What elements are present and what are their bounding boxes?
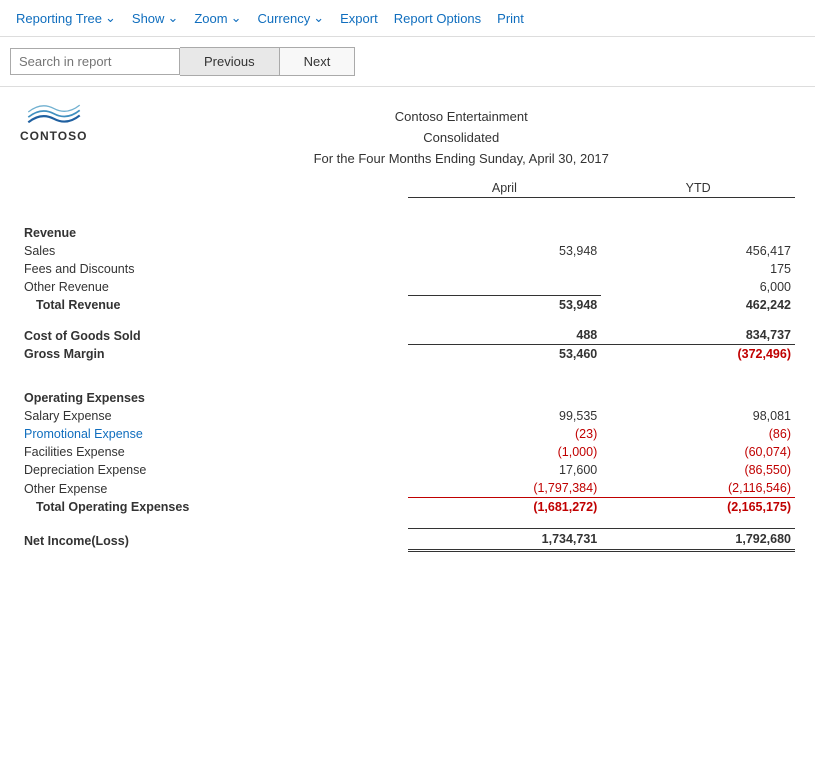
row-april: 17,600 bbox=[408, 461, 602, 479]
reporting-tree-label: Reporting Tree bbox=[16, 11, 102, 26]
net-income-ytd: 1,792,680 bbox=[601, 528, 795, 550]
nav-currency[interactable]: Currency ⌄ bbox=[251, 6, 330, 30]
total-revenue-april: 53,948 bbox=[408, 296, 602, 315]
top-nav: Reporting Tree ⌄ Show ⌄ Zoom ⌄ Currency … bbox=[0, 0, 815, 37]
report-area: CONTOSO Contoso Entertainment Consolidat… bbox=[0, 87, 815, 572]
dropdown-icon: ⌄ bbox=[105, 10, 116, 26]
report-title-line3: For the Four Months Ending Sunday, April… bbox=[127, 149, 795, 170]
table-row: Depreciation Expense 17,600 (86,550) bbox=[20, 461, 795, 479]
dropdown-icon: ⌄ bbox=[231, 10, 242, 26]
nav-show[interactable]: Show ⌄ bbox=[126, 6, 184, 30]
row-ytd: 175 bbox=[601, 260, 795, 278]
total-revenue-ytd: 462,242 bbox=[601, 296, 795, 315]
search-row: Previous Next bbox=[0, 37, 815, 87]
row-ytd: (2,116,546) bbox=[601, 479, 795, 498]
row-label: Depreciation Expense bbox=[20, 461, 408, 479]
nav-export[interactable]: Export bbox=[334, 7, 384, 30]
print-label: Print bbox=[497, 11, 524, 26]
row-april: 53,948 bbox=[408, 242, 602, 260]
row-april bbox=[408, 260, 602, 278]
table-row: Gross Margin 53,460 (372,496) bbox=[20, 345, 795, 364]
net-income-label: Net Income(Loss) bbox=[20, 528, 408, 550]
row-label: Salary Expense bbox=[20, 407, 408, 425]
net-income-april: 1,734,731 bbox=[408, 528, 602, 550]
logo-text: CONTOSO bbox=[20, 129, 87, 143]
row-april: (23) bbox=[408, 425, 602, 443]
dropdown-icon: ⌄ bbox=[167, 10, 178, 26]
report-header: CONTOSO Contoso Entertainment Consolidat… bbox=[20, 97, 795, 169]
table-row: Cost of Goods Sold 488 834,737 bbox=[20, 326, 795, 345]
dropdown-icon: ⌄ bbox=[313, 10, 324, 26]
col-header-april: April bbox=[408, 179, 602, 198]
row-label: Fees and Discounts bbox=[20, 260, 408, 278]
total-opex-april: (1,681,272) bbox=[408, 498, 602, 517]
report-title: Contoso Entertainment Consolidated For t… bbox=[127, 107, 795, 169]
cogs-april: 488 bbox=[408, 326, 602, 345]
nav-report-options[interactable]: Report Options bbox=[388, 7, 487, 30]
currency-label: Currency bbox=[257, 11, 310, 26]
row-april: (1,000) bbox=[408, 443, 602, 461]
show-label: Show bbox=[132, 11, 165, 26]
logo-icon bbox=[24, 97, 84, 127]
row-label: Facilities Expense bbox=[20, 443, 408, 461]
report-options-label: Report Options bbox=[394, 11, 481, 26]
gross-margin-ytd: (372,496) bbox=[601, 345, 795, 364]
report-title-line1: Contoso Entertainment bbox=[127, 107, 795, 128]
net-income-row: Net Income(Loss) 1,734,731 1,792,680 bbox=[20, 528, 795, 550]
row-ytd: (86,550) bbox=[601, 461, 795, 479]
total-opex-ytd: (2,165,175) bbox=[601, 498, 795, 517]
nav-print[interactable]: Print bbox=[491, 7, 530, 30]
cogs-label: Cost of Goods Sold bbox=[20, 326, 408, 345]
total-revenue-label: Total Revenue bbox=[20, 296, 408, 315]
revenue-section-header: Revenue bbox=[20, 210, 795, 242]
table-row: Fees and Discounts 175 bbox=[20, 260, 795, 278]
gross-margin-label: Gross Margin bbox=[20, 345, 408, 364]
row-ytd: 456,417 bbox=[601, 242, 795, 260]
logo-area: CONTOSO bbox=[20, 97, 87, 143]
row-april: (1,797,384) bbox=[408, 479, 602, 498]
total-opex-row: Total Operating Expenses (1,681,272) (2,… bbox=[20, 498, 795, 517]
row-label: Other Revenue bbox=[20, 278, 408, 296]
zoom-label: Zoom bbox=[194, 11, 227, 26]
next-button[interactable]: Next bbox=[280, 47, 356, 76]
report-title-line2: Consolidated bbox=[127, 128, 795, 149]
nav-reporting-tree[interactable]: Reporting Tree ⌄ bbox=[10, 6, 122, 30]
table-row: Promotional Expense (23) (86) bbox=[20, 425, 795, 443]
row-ytd: 98,081 bbox=[601, 407, 795, 425]
table-row: Salary Expense 99,535 98,081 bbox=[20, 407, 795, 425]
opex-section-header: Operating Expenses bbox=[20, 375, 795, 407]
col-header-ytd: YTD bbox=[601, 179, 795, 198]
export-label: Export bbox=[340, 11, 378, 26]
search-input[interactable] bbox=[10, 48, 180, 75]
cogs-ytd: 834,737 bbox=[601, 326, 795, 345]
table-row: Facilities Expense (1,000) (60,074) bbox=[20, 443, 795, 461]
revenue-label: Revenue bbox=[20, 210, 408, 242]
row-label[interactable]: Promotional Expense bbox=[20, 425, 408, 443]
report-table: April YTD Revenue Sales 53,948 456,417 bbox=[20, 179, 795, 552]
row-ytd: (86) bbox=[601, 425, 795, 443]
table-row: Other Revenue 6,000 bbox=[20, 278, 795, 296]
table-row: Other Expense (1,797,384) (2,116,546) bbox=[20, 479, 795, 498]
row-ytd: 6,000 bbox=[601, 278, 795, 296]
row-april: 99,535 bbox=[408, 407, 602, 425]
row-label: Other Expense bbox=[20, 479, 408, 498]
gross-margin-april: 53,460 bbox=[408, 345, 602, 364]
table-row: Sales 53,948 456,417 bbox=[20, 242, 795, 260]
row-ytd: (60,074) bbox=[601, 443, 795, 461]
row-april bbox=[408, 278, 602, 296]
previous-button[interactable]: Previous bbox=[180, 47, 280, 76]
row-label: Sales bbox=[20, 242, 408, 260]
total-revenue-row: Total Revenue 53,948 462,242 bbox=[20, 296, 795, 315]
total-opex-label: Total Operating Expenses bbox=[20, 498, 408, 517]
opex-label: Operating Expenses bbox=[20, 375, 408, 407]
nav-zoom[interactable]: Zoom ⌄ bbox=[188, 6, 247, 30]
